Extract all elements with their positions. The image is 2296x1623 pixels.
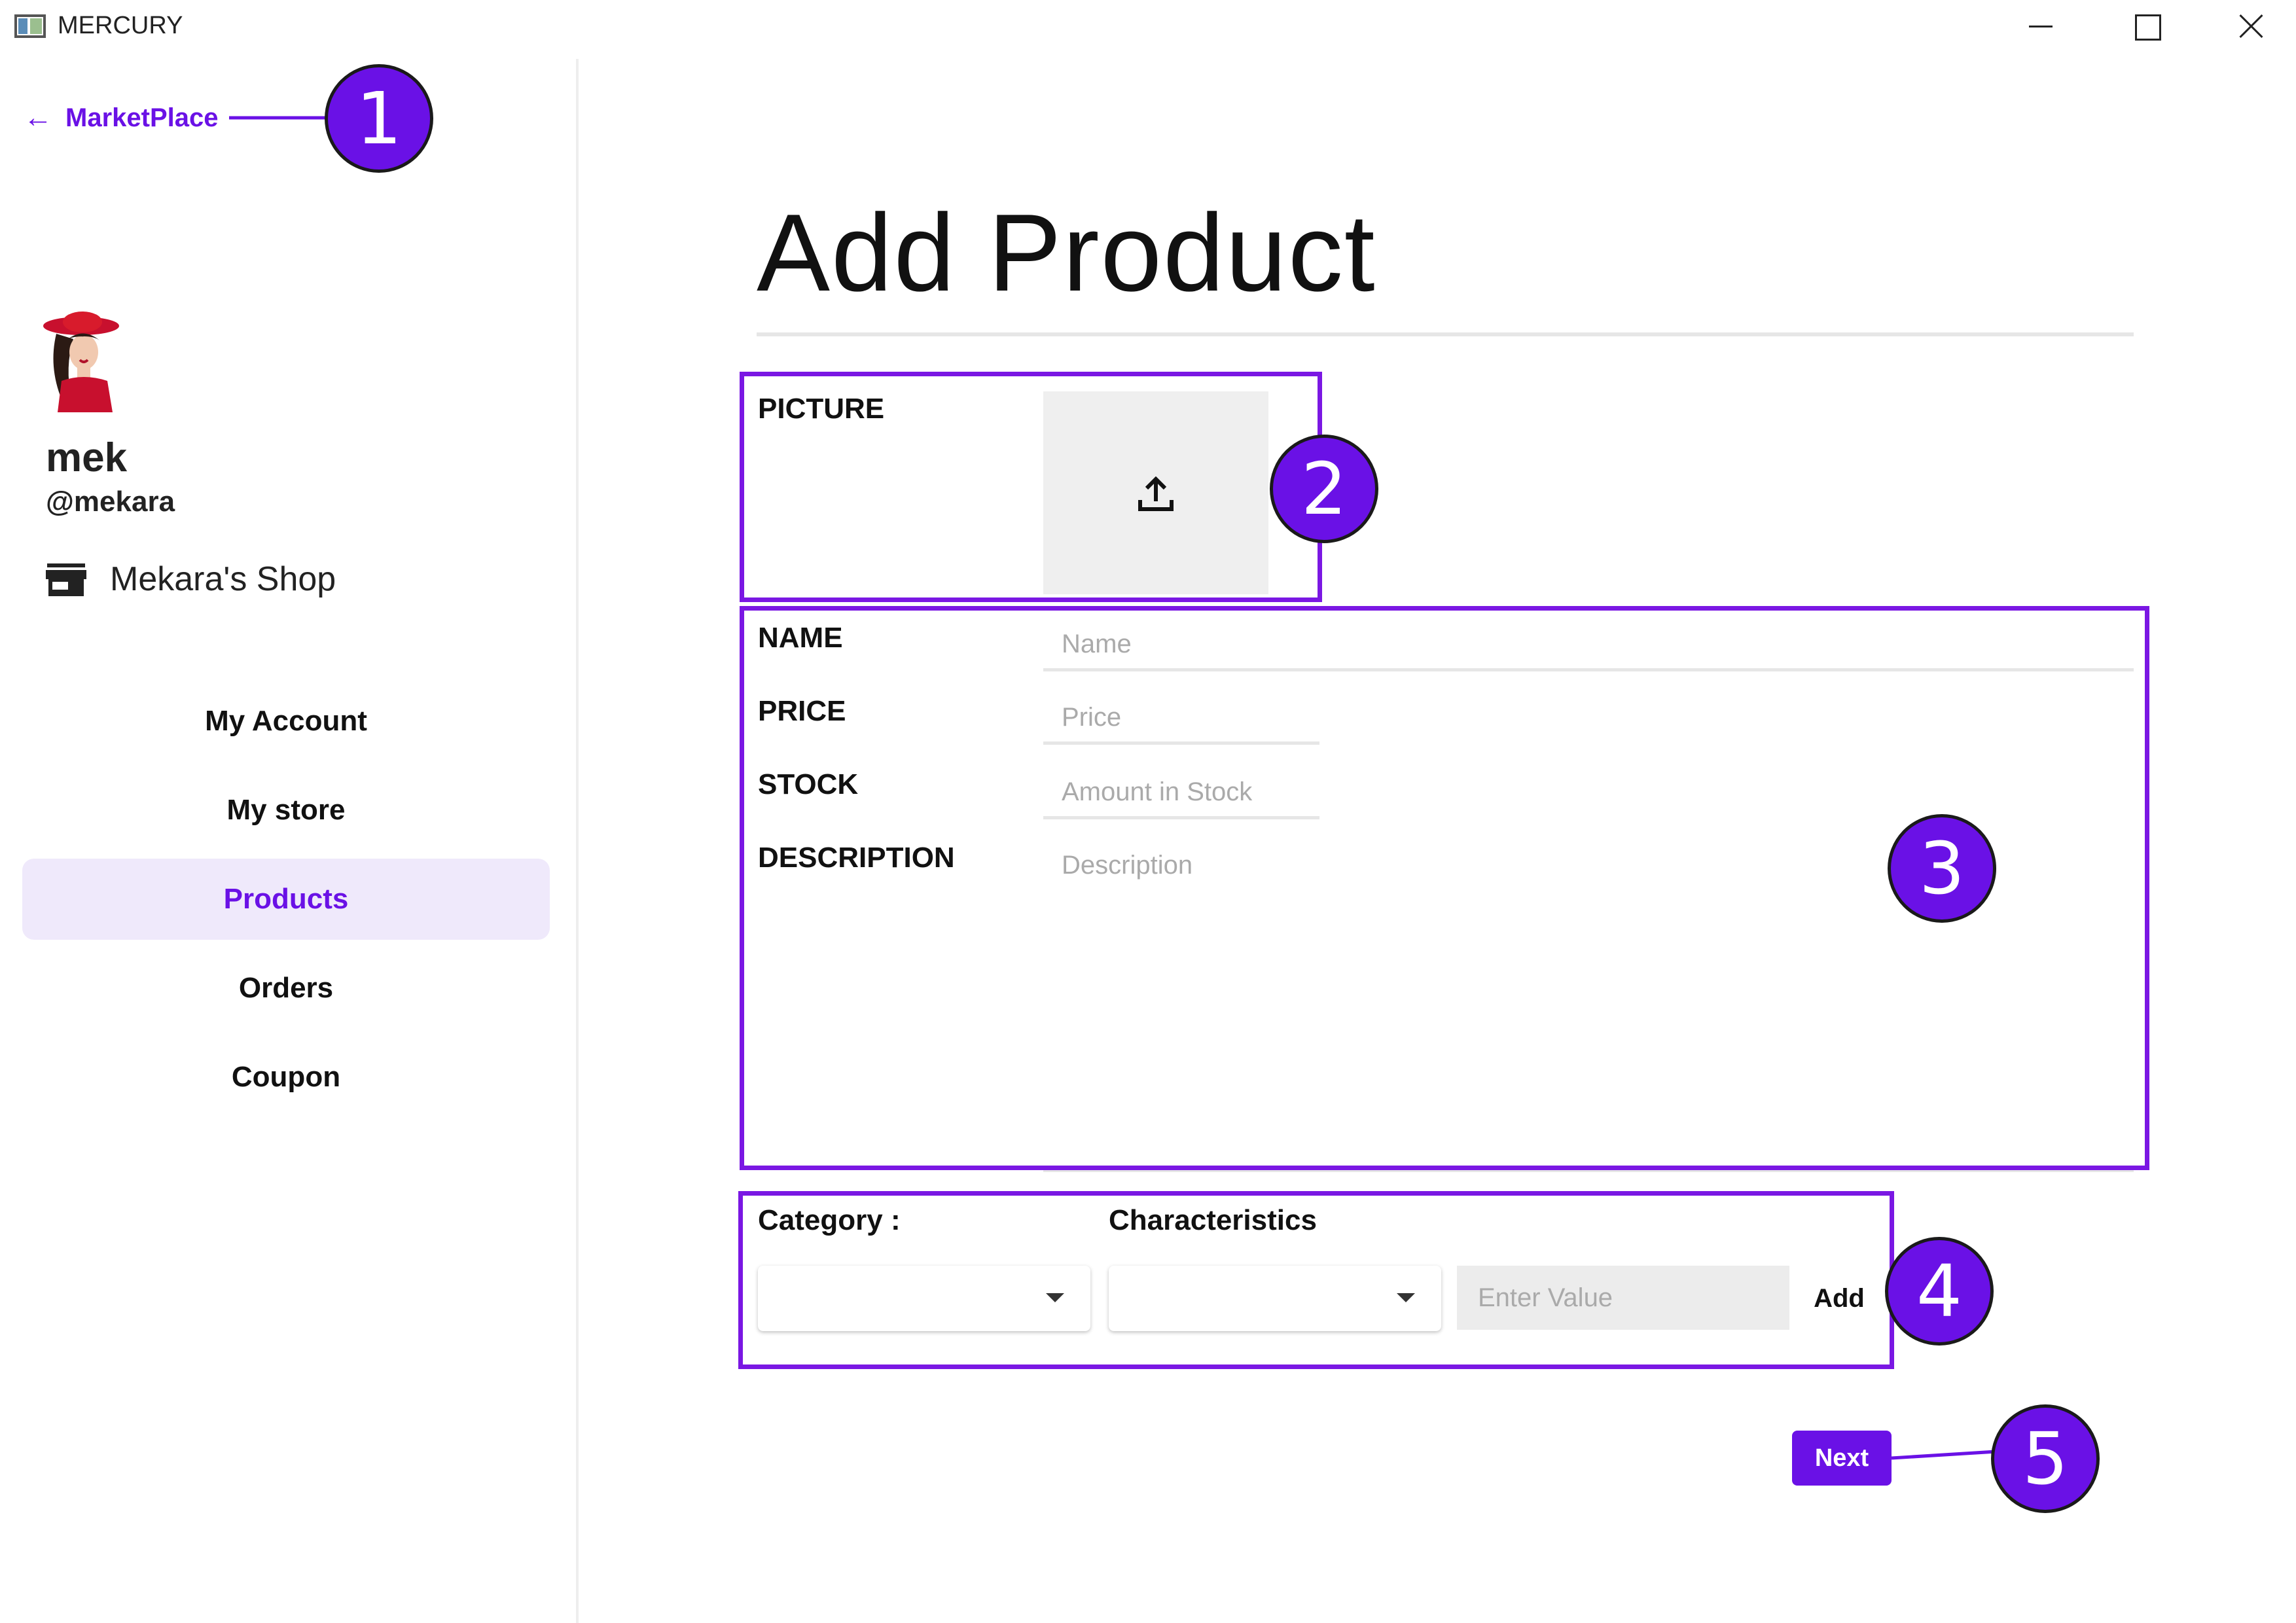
user-handle: @mekara bbox=[46, 486, 175, 518]
window-titlebar: MERCURY bbox=[0, 0, 2296, 52]
sidebar-nav: My Account My store Products Orders Coup… bbox=[22, 681, 550, 1126]
arrow-left-icon: ← bbox=[24, 101, 52, 134]
maximize-button[interactable] bbox=[2108, 0, 2186, 52]
callout-badge-2: 2 bbox=[1270, 435, 1378, 543]
store-icon bbox=[46, 563, 86, 596]
callout-badge-5: 5 bbox=[1991, 1404, 2100, 1513]
store-row: Mekara's Shop bbox=[46, 556, 336, 602]
nav-item-my-store[interactable]: My store bbox=[22, 770, 550, 851]
sidebar-divider bbox=[576, 59, 579, 1623]
store-name: Mekara's Shop bbox=[110, 560, 336, 598]
annotation-box-picture bbox=[740, 372, 1322, 602]
app-icon bbox=[14, 14, 46, 38]
next-button[interactable]: Next bbox=[1792, 1431, 1892, 1486]
nav-item-products[interactable]: Products bbox=[22, 859, 550, 940]
annotation-box-category bbox=[738, 1191, 1894, 1369]
title-divider bbox=[757, 332, 2134, 336]
nav-item-orders[interactable]: Orders bbox=[22, 948, 550, 1029]
callout-badge-1: 1 bbox=[325, 64, 433, 173]
back-link-label: MarketPlace bbox=[65, 103, 219, 132]
nav-item-my-account[interactable]: My Account bbox=[22, 681, 550, 762]
user-name: mek bbox=[46, 435, 128, 480]
minimize-button[interactable] bbox=[2003, 0, 2081, 52]
close-window-button[interactable] bbox=[2212, 0, 2291, 52]
callout-badge-3: 3 bbox=[1888, 814, 1996, 923]
page-title: Add Product bbox=[757, 191, 1376, 314]
avatar bbox=[43, 312, 119, 412]
callout-badge-4: 4 bbox=[1885, 1237, 1994, 1346]
marketplace-back-link[interactable]: ← MarketPlace bbox=[24, 98, 218, 137]
window-title: MERCURY bbox=[58, 12, 183, 39]
nav-item-coupon[interactable]: Coupon bbox=[22, 1037, 550, 1118]
